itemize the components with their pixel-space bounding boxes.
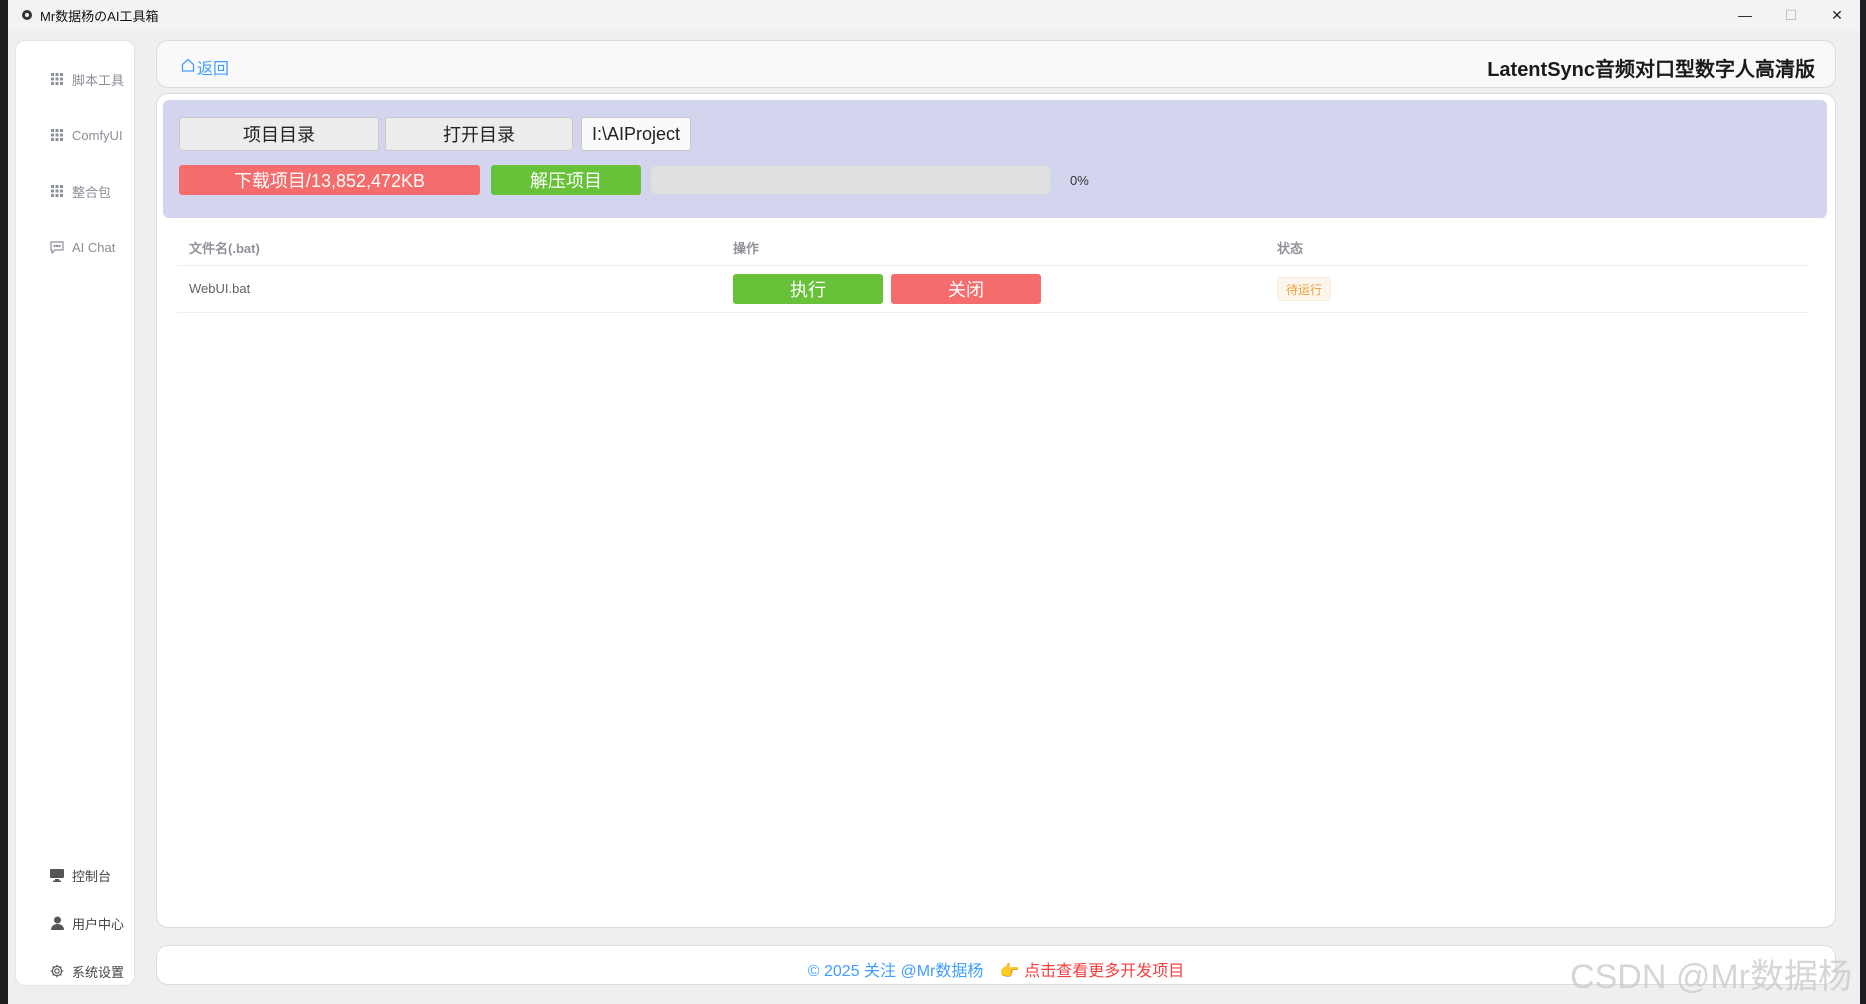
- pointing-hand-icon: 👉: [999, 963, 1020, 980]
- sidebar-item-label: 脚本工具: [72, 72, 125, 88]
- chat-icon: [48, 238, 66, 256]
- main-content: 项目目录 打开目录 I:\AIProject 下载项目/13,852,472KB…: [156, 93, 1836, 928]
- footer-copyright[interactable]: © 2025 关注 @Mr数据杨: [808, 963, 984, 980]
- sidebar-item-label: ComfyUI: [72, 127, 123, 143]
- download-project-button[interactable]: 下载项目/13,852,472KB: [179, 165, 480, 195]
- more-projects-label: 点击查看更多开发项目: [1024, 963, 1185, 980]
- maximize-button[interactable]: ☐: [1768, 0, 1814, 30]
- table-header: 文件名(.bat) 操作 状态: [177, 226, 1809, 266]
- back-link[interactable]: 返回: [181, 55, 229, 79]
- more-projects-link[interactable]: 👉 点击查看更多开发项目: [1000, 963, 1184, 980]
- sidebar-item-console[interactable]: 控制台: [16, 857, 136, 893]
- monitor-icon: [48, 866, 66, 884]
- sidebar-item-user-center[interactable]: 用户中心: [16, 905, 136, 941]
- sidebar-item-label: 系统设置: [72, 964, 125, 980]
- bat-file-table: 文件名(.bat) 操作 状态 WebUI.bat 执行 关闭 待运行: [177, 226, 1809, 313]
- sidebar-item-label: AI Chat: [72, 239, 116, 255]
- sidebar-item-label: 用户中心: [72, 916, 125, 932]
- sidebar-item-comfyui[interactable]: ComfyUI: [16, 117, 136, 153]
- column-header-filename: 文件名(.bat): [189, 241, 260, 256]
- page-title: LatentSync音频对口型数字人高清版: [1487, 59, 1815, 81]
- sidebar-item-ai-chat[interactable]: AI Chat: [16, 229, 136, 265]
- window-title: Mr数据杨のAI工具箱: [40, 8, 159, 24]
- window-controls: — ☐ ✕: [1722, 0, 1860, 30]
- grid-icon: [48, 126, 66, 144]
- open-dir-button[interactable]: 打开目录: [385, 117, 573, 151]
- app-window: Mr数据杨のAI工具箱 — ☐ ✕ 脚本工具 ComfyUI 整合包 AI Ch…: [8, 0, 1860, 1004]
- control-panel: 项目目录 打开目录 I:\AIProject 下载项目/13,852,472KB…: [163, 100, 1827, 218]
- run-button[interactable]: 执行: [733, 274, 883, 304]
- user-icon: [48, 914, 66, 932]
- sidebar-item-settings[interactable]: 系统设置: [16, 953, 136, 989]
- gear-icon: [48, 962, 66, 980]
- sidebar-item-script-tools[interactable]: 脚本工具: [16, 61, 136, 97]
- column-header-status: 状态: [1277, 241, 1304, 256]
- stop-button[interactable]: 关闭: [891, 274, 1041, 304]
- column-header-actions: 操作: [733, 241, 760, 256]
- home-icon: [181, 58, 197, 77]
- minimize-button[interactable]: —: [1722, 0, 1768, 30]
- extract-project-button[interactable]: 解压项目: [491, 165, 641, 195]
- filename-cell: WebUI.bat: [189, 281, 251, 296]
- close-button[interactable]: ✕: [1814, 0, 1860, 30]
- app-logo-icon: [18, 6, 36, 24]
- progress-percent: 0%: [1070, 173, 1089, 188]
- page-header: 返回 LatentSync音频对口型数字人高清版: [156, 40, 1836, 88]
- back-label: 返回: [197, 61, 230, 78]
- table-row: WebUI.bat 执行 关闭 待运行: [177, 266, 1809, 313]
- status-badge: 待运行: [1277, 277, 1332, 301]
- project-path-field[interactable]: I:\AIProject: [581, 117, 691, 151]
- watermark: CSDN @Mr数据杨: [1570, 958, 1852, 996]
- project-dir-button[interactable]: 项目目录: [179, 117, 379, 151]
- sidebar: 脚本工具 ComfyUI 整合包 AI Chat 控制台 用户中心 系统设置: [15, 40, 135, 986]
- sidebar-item-label: 整合包: [72, 184, 112, 200]
- sidebar-item-bundles[interactable]: 整合包: [16, 173, 136, 209]
- grid-icon: [48, 70, 66, 88]
- sidebar-item-label: 控制台: [72, 868, 112, 884]
- title-bar: Mr数据杨のAI工具箱 — ☐ ✕: [8, 0, 1860, 30]
- download-progress-bar: [651, 166, 1050, 194]
- grid-icon: [48, 182, 66, 200]
